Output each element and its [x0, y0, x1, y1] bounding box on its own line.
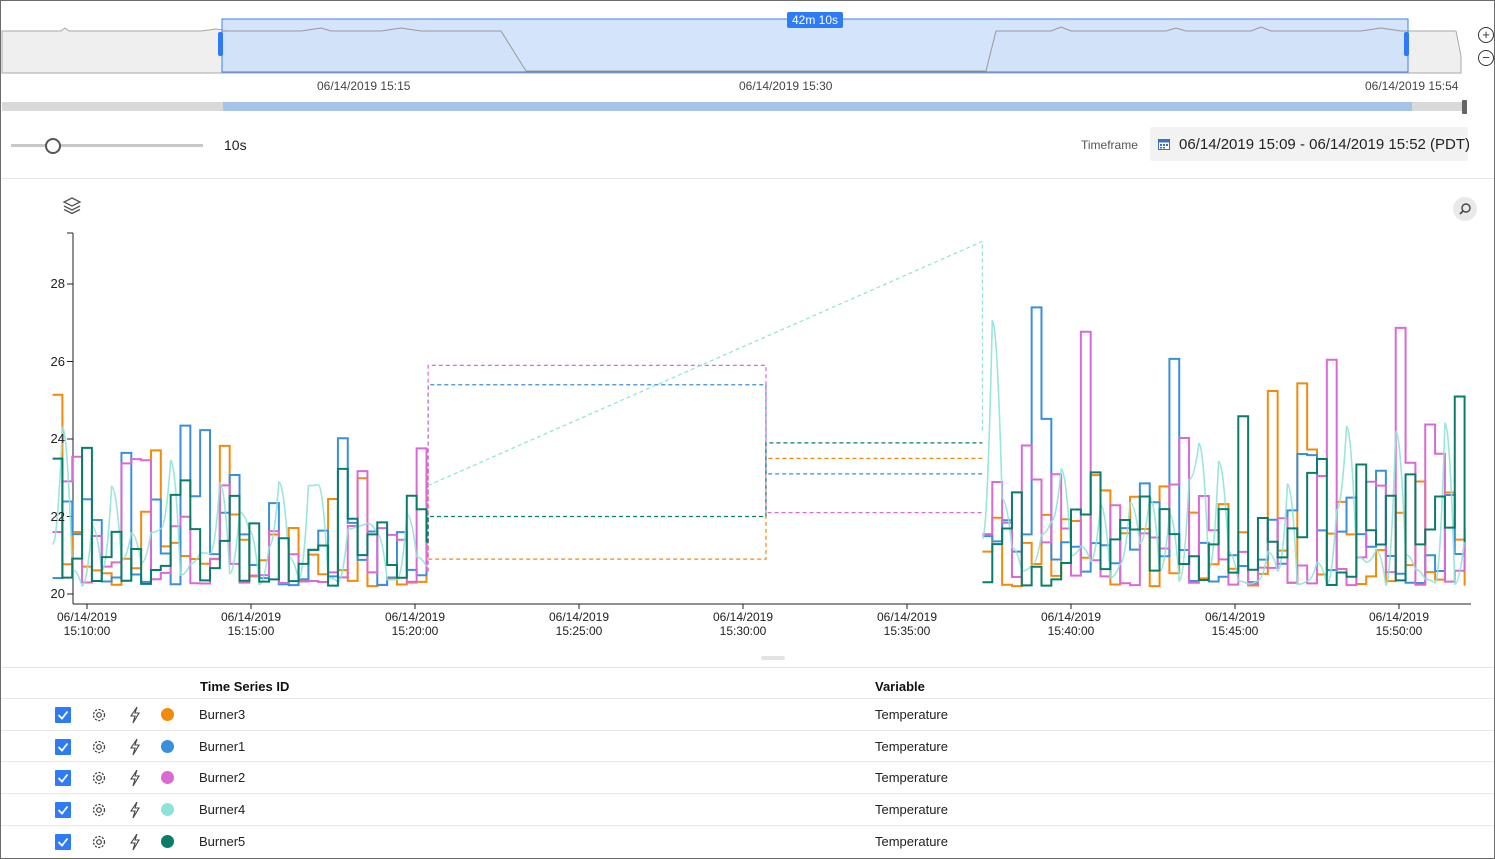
x-tick-label: 06/14/2019 15:35:00	[876, 610, 938, 638]
checkbox-icon[interactable]	[55, 834, 71, 850]
color-dot-icon[interactable]	[161, 803, 174, 816]
lightning-icon[interactable]	[126, 833, 144, 851]
x-tick-label: 06/14/2019 15:50:00	[1368, 610, 1430, 638]
minus-circle-icon[interactable]: −	[1478, 50, 1494, 66]
series-gap-burner3	[427, 457, 983, 560]
brush-label-1: 06/14/2019 15:15	[317, 79, 411, 93]
color-dot-icon[interactable]	[161, 708, 174, 721]
timeframe-label: Timeframe	[1081, 138, 1138, 152]
timeframe-value: 06/14/2019 15:09 - 06/14/2019 15:52 (PDT…	[1179, 136, 1471, 153]
series-variable: Temperature	[875, 834, 948, 849]
series-gap-burner5	[427, 442, 983, 543]
y-tick-label: 20	[50, 586, 65, 601]
header-time-series-id[interactable]: Time Series ID	[200, 679, 289, 694]
series-id: Burner2	[199, 770, 246, 785]
brush-label-2: 06/14/2019 15:30	[739, 79, 833, 93]
divider	[2, 667, 1494, 668]
x-tick-label: 06/14/2019 15:10:00	[56, 610, 118, 638]
lightning-icon[interactable]	[126, 801, 144, 819]
series-id: Burner5	[199, 834, 246, 849]
gear-icon[interactable]	[90, 769, 108, 787]
gear-icon[interactable]	[90, 833, 108, 851]
x-tick-label: 06/14/2019 15:15:00	[220, 610, 282, 638]
series-id: Burner4	[199, 802, 246, 817]
brush-label-3: 06/14/2019 15:54	[1365, 79, 1459, 93]
brush-handle-right[interactable]	[1404, 32, 1409, 56]
resize-handle[interactable]	[761, 656, 785, 660]
timeframe-picker[interactable]: 06/14/2019 15:09 - 06/14/2019 15:52 (PDT…	[1150, 127, 1471, 161]
series-id: Burner1	[199, 739, 246, 754]
series-gap-burner2	[427, 364, 983, 572]
checkbox-icon[interactable]	[55, 707, 71, 723]
lightning-icon[interactable]	[126, 769, 144, 787]
line-chart[interactable]	[1, 179, 1494, 649]
series-gap-burner1	[427, 384, 983, 475]
gear-icon[interactable]	[90, 706, 108, 724]
table-row[interactable]: Burner2 Temperature	[1, 761, 1494, 793]
interval-value: 10s	[224, 137, 247, 153]
lightning-icon[interactable]	[126, 738, 144, 756]
y-tick-label: 24	[50, 431, 65, 446]
series-variable: Temperature	[875, 739, 948, 754]
series-line-burner5-2[interactable]	[982, 395, 1466, 587]
checkbox-icon[interactable]	[55, 802, 71, 818]
table-row[interactable]: Burner3 Temperature	[1, 698, 1494, 730]
series-variable: Temperature	[875, 770, 948, 785]
series-gap-burner4	[427, 240, 984, 487]
y-tick-label: 22	[50, 508, 65, 524]
series-variable: Temperature	[875, 802, 948, 817]
header-variable[interactable]: Variable	[875, 679, 925, 694]
x-tick-label: 06/14/2019 15:30:00	[712, 610, 774, 638]
gear-icon[interactable]	[90, 801, 108, 819]
series-line-burner1-2[interactable]	[982, 306, 1466, 585]
brush-handle-left[interactable]	[218, 32, 223, 56]
x-tick-label: 06/14/2019 15:40:00	[1040, 610, 1102, 638]
series-id: Burner3	[199, 707, 246, 722]
gear-icon[interactable]	[90, 738, 108, 756]
table-row[interactable]: Burner4 Temperature	[1, 793, 1494, 825]
table-row[interactable]: Burner1 Temperature	[1, 730, 1494, 762]
checkbox-icon[interactable]	[55, 770, 71, 786]
x-tick-label: 06/14/2019 15:25:00	[548, 610, 610, 638]
overview-brush[interactable]	[1, 1, 1494, 116]
series-variable: Temperature	[875, 707, 948, 722]
app-frame: 42m 10s 06/14/2019 15:15 06/14/2019 15:3…	[0, 0, 1495, 859]
color-dot-icon[interactable]	[161, 835, 174, 848]
series-line-burner2-2[interactable]	[982, 326, 1466, 587]
color-dot-icon[interactable]	[161, 771, 174, 784]
duration-badge: 42m 10s	[787, 12, 843, 28]
x-tick-label: 06/14/2019 15:45:00	[1204, 610, 1266, 638]
series-line-burner5-1[interactable]	[52, 446, 428, 587]
brush-scrollbar-end[interactable]	[1462, 100, 1467, 114]
checkbox-icon[interactable]	[55, 739, 71, 755]
x-tick-label: 06/14/2019 15:20:00	[384, 610, 446, 638]
interval-slider-thumb[interactable]	[45, 138, 61, 154]
y-tick-label: 28	[50, 276, 65, 291]
lightning-icon[interactable]	[126, 706, 144, 724]
y-tick-label: 26	[50, 353, 65, 369]
interval-slider-track[interactable]	[11, 144, 203, 147]
brush-scrollbar-thumb[interactable]	[223, 102, 1412, 111]
calendar-icon	[1158, 139, 1170, 150]
color-dot-icon[interactable]	[161, 740, 174, 753]
plus-circle-icon[interactable]: +	[1478, 27, 1494, 43]
table-row[interactable]: Burner5 Temperature	[1, 825, 1494, 857]
series-line-burner4-2[interactable]	[981, 320, 1466, 587]
